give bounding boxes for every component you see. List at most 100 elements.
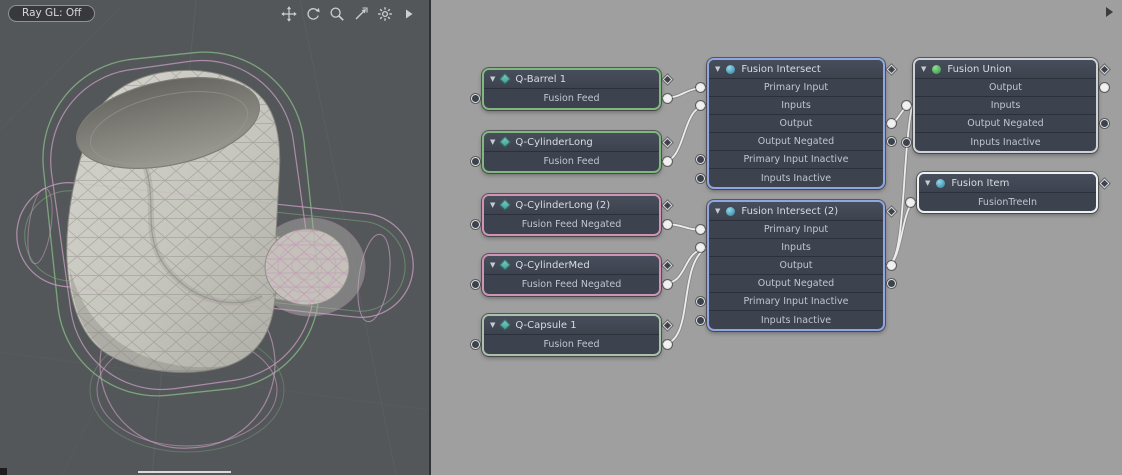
input-port[interactable] [696, 83, 705, 92]
collapse-triangle-icon[interactable]: ▼ [490, 76, 495, 83]
node-row[interactable]: Output [915, 79, 1096, 97]
node-header[interactable]: ▼ Fusion Intersect [709, 60, 883, 79]
collapse-triangle-icon[interactable]: ▼ [715, 208, 720, 215]
node-row[interactable]: Fusion Feed Negated [484, 215, 659, 234]
input-port[interactable] [696, 316, 705, 325]
node-header[interactable]: ▼ Q-CylinderMed [484, 256, 659, 275]
output-port[interactable] [663, 280, 672, 289]
node-q-cylinderlong[interactable]: ▼ Q-CylinderLong Fusion Feed [482, 131, 661, 173]
node-row[interactable]: Inputs Inactive [709, 169, 883, 187]
viewport-canvas[interactable] [0, 0, 429, 475]
node-row[interactable]: Output [709, 115, 883, 133]
input-port[interactable] [696, 101, 705, 110]
node-header[interactable]: ▼ Q-Barrel 1 [484, 70, 659, 89]
header-connector-diamond[interactable] [1100, 64, 1110, 74]
node-header[interactable]: ▼ Fusion Intersect (2) [709, 202, 883, 221]
output-port[interactable] [663, 340, 672, 349]
input-port[interactable] [696, 297, 705, 306]
output-port[interactable] [663, 94, 672, 103]
node-row[interactable]: Fusion Feed [484, 152, 659, 171]
node-header[interactable]: ▼ Q-Capsule 1 [484, 316, 659, 335]
node-fusion-item[interactable]: ▼ Fusion Item FusionTreeIn [917, 172, 1098, 213]
ray-gl-toggle-button[interactable]: Ray GL: Off [8, 5, 95, 22]
collapse-triangle-icon[interactable]: ▼ [490, 262, 495, 269]
node-row[interactable]: Output Negated [915, 115, 1096, 133]
node-row[interactable]: Inputs [709, 239, 883, 257]
node-q-cylindermed[interactable]: ▼ Q-CylinderMed Fusion Feed Negated [482, 254, 661, 296]
node-row[interactable]: Primary Input [709, 79, 883, 97]
collapse-triangle-icon[interactable]: ▼ [490, 322, 495, 329]
mesh-object[interactable] [67, 63, 365, 374]
node-row[interactable]: Primary Input Inactive [709, 293, 883, 311]
zoom-tool-button[interactable] [328, 5, 345, 22]
header-connector-diamond[interactable] [663, 137, 673, 147]
node-row[interactable]: Primary Input Inactive [709, 151, 883, 169]
output-port[interactable] [887, 261, 896, 270]
node-row[interactable]: Output Negated [709, 275, 883, 293]
header-connector-diamond[interactable] [663, 74, 673, 84]
header-connector-diamond[interactable] [1100, 178, 1110, 188]
output-port[interactable] [887, 137, 896, 146]
node-header[interactable]: ▼ Q-CylinderLong (2) [484, 196, 659, 215]
node-header[interactable]: ▼ Fusion Union [915, 60, 1096, 79]
input-port[interactable] [902, 138, 911, 147]
viewport-menu-button[interactable] [400, 5, 417, 22]
schematic-panel[interactable]: ▼ Q-Barrel 1 Fusion Feed ▼ Q-CylinderLon… [431, 0, 1122, 475]
row-label: Output [780, 118, 813, 129]
output-port[interactable] [663, 157, 672, 166]
maximize-tool-button[interactable] [352, 5, 369, 22]
collapse-triangle-icon[interactable]: ▼ [925, 180, 930, 187]
node-q-barrel1[interactable]: ▼ Q-Barrel 1 Fusion Feed [482, 68, 661, 110]
node-row[interactable]: Fusion Feed Negated [484, 275, 659, 294]
collapse-triangle-icon[interactable]: ▼ [490, 139, 495, 146]
input-port[interactable] [902, 101, 911, 110]
node-header[interactable]: ▼ Fusion Item [919, 174, 1096, 193]
node-fusion-intersect[interactable]: ▼ Fusion Intersect Primary Input Inputs … [707, 58, 885, 189]
collapse-triangle-icon[interactable]: ▼ [490, 202, 495, 209]
node-row[interactable]: Output [709, 257, 883, 275]
output-port[interactable] [663, 220, 672, 229]
node-row[interactable]: Inputs Inactive [709, 311, 883, 329]
output-port[interactable] [1100, 119, 1109, 128]
node-row[interactable]: Output Negated [709, 133, 883, 151]
output-port[interactable] [887, 119, 896, 128]
node-fusion-intersect-2[interactable]: ▼ Fusion Intersect (2) Primary Input Inp… [707, 200, 885, 331]
output-port[interactable] [887, 279, 896, 288]
node-row[interactable]: Inputs [709, 97, 883, 115]
header-connector-diamond[interactable] [887, 206, 897, 216]
input-port[interactable] [696, 174, 705, 183]
rotate-tool-button[interactable] [304, 5, 321, 22]
3d-viewport[interactable]: Ray GL: Off [0, 0, 431, 475]
header-connector-diamond[interactable] [663, 200, 673, 210]
header-connector-diamond[interactable] [887, 64, 897, 74]
input-port[interactable] [696, 225, 705, 234]
input-port[interactable] [471, 340, 480, 349]
collapse-triangle-icon[interactable]: ▼ [921, 66, 926, 73]
header-connector-diamond[interactable] [663, 260, 673, 270]
node-q-cylinderlong-2[interactable]: ▼ Q-CylinderLong (2) Fusion Feed Negated [482, 194, 661, 236]
node-title: Fusion Intersect (2) [741, 206, 838, 217]
node-row[interactable]: FusionTreeIn [919, 193, 1096, 211]
node-fusion-union[interactable]: ▼ Fusion Union Output Inputs Output Nega… [913, 58, 1098, 153]
pan-tool-button[interactable] [280, 5, 297, 22]
row-label: Inputs [991, 100, 1021, 111]
input-port[interactable] [471, 157, 480, 166]
input-port[interactable] [471, 280, 480, 289]
collapse-triangle-icon[interactable]: ▼ [715, 66, 720, 73]
node-row[interactable]: Inputs Inactive [915, 133, 1096, 151]
input-port[interactable] [471, 220, 480, 229]
node-header[interactable]: ▼ Q-CylinderLong [484, 133, 659, 152]
output-port[interactable] [1100, 83, 1109, 92]
input-port[interactable] [906, 198, 915, 207]
input-port[interactable] [471, 94, 480, 103]
settings-tool-button[interactable] [376, 5, 393, 22]
node-row[interactable]: Primary Input [709, 221, 883, 239]
header-connector-diamond[interactable] [663, 320, 673, 330]
node-row[interactable]: Inputs [915, 97, 1096, 115]
node-q-capsule1[interactable]: ▼ Q-Capsule 1 Fusion Feed [482, 314, 661, 356]
input-port[interactable] [696, 155, 705, 164]
panel-menu-arrow-icon[interactable] [1106, 7, 1113, 17]
node-row[interactable]: Fusion Feed [484, 89, 659, 108]
node-row[interactable]: Fusion Feed [484, 335, 659, 354]
input-port[interactable] [696, 243, 705, 252]
